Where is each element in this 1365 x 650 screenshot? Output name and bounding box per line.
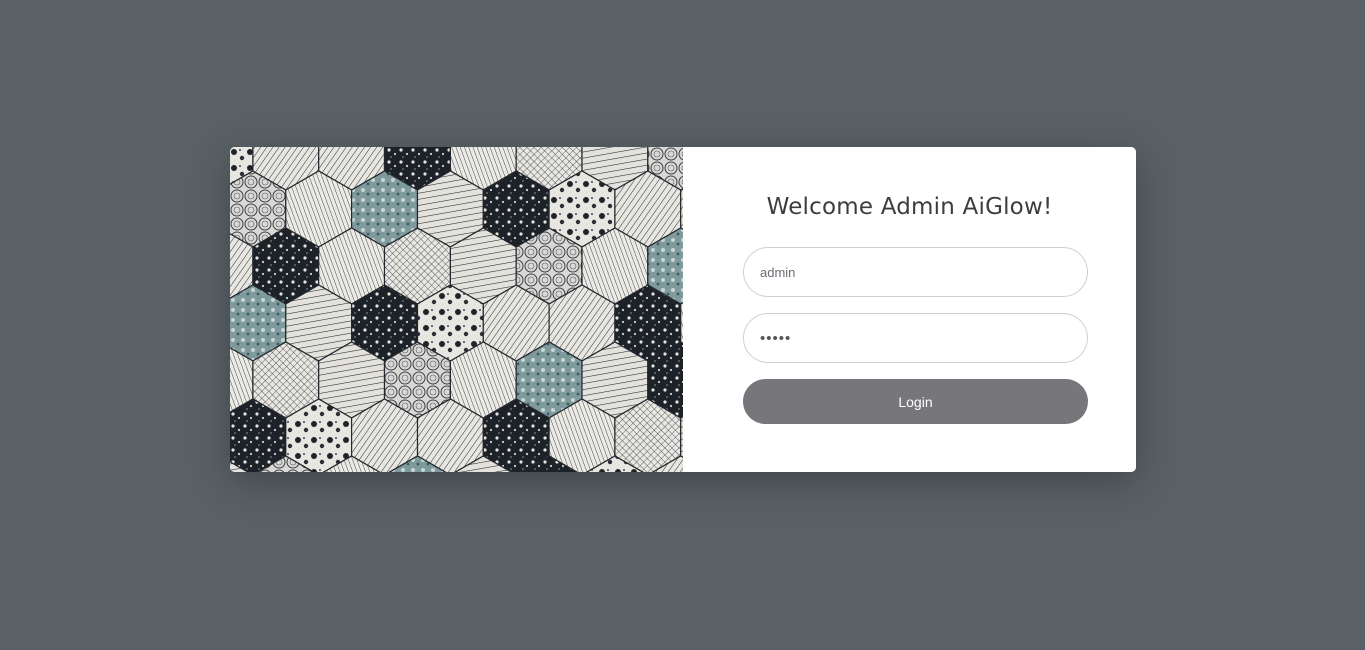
hexagon-pattern-image bbox=[230, 147, 683, 472]
hexagon-pattern-graphic bbox=[230, 147, 683, 472]
login-button[interactable]: Login bbox=[743, 379, 1088, 424]
password-value: ••••• bbox=[760, 329, 792, 347]
username-value: admin bbox=[760, 264, 796, 280]
page-title: Welcome Admin AiGlow! bbox=[766, 194, 1053, 220]
password-field[interactable]: ••••• bbox=[743, 313, 1088, 363]
login-card: Welcome Admin AiGlow! admin ••••• Login bbox=[230, 147, 1136, 472]
login-form-panel: Welcome Admin AiGlow! admin ••••• Login bbox=[683, 147, 1136, 472]
username-field[interactable]: admin bbox=[743, 247, 1088, 297]
